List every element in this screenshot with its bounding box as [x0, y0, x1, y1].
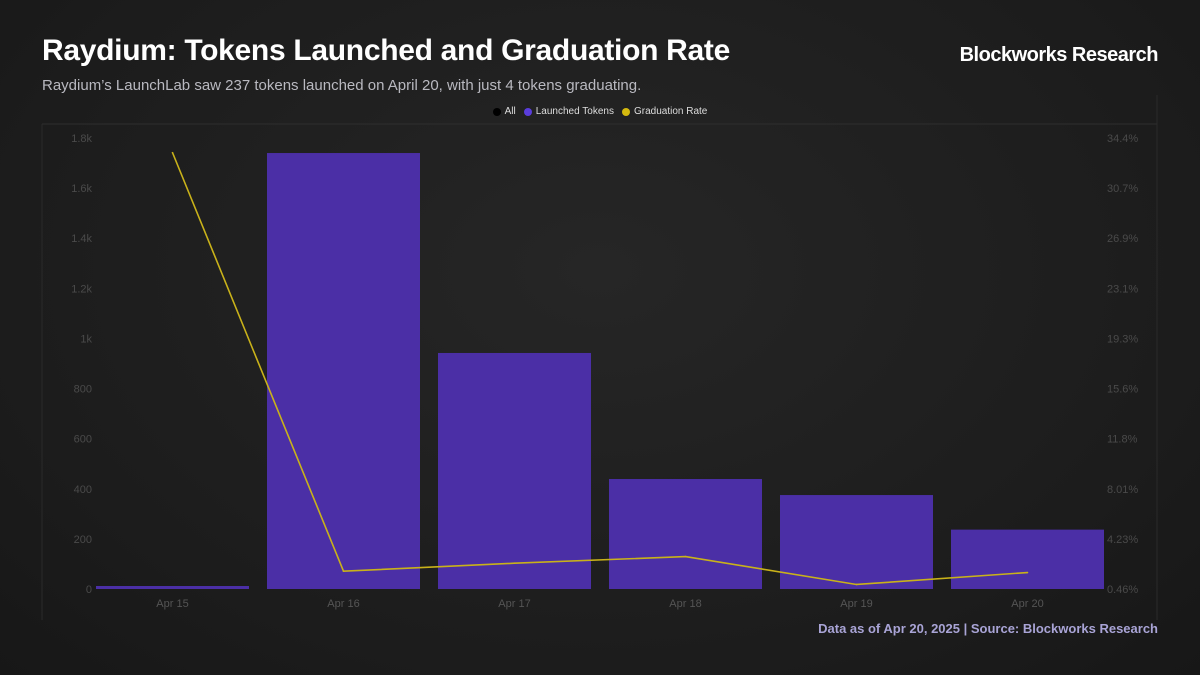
line-point: [513, 562, 516, 565]
left-tick-label: 1.6k: [71, 183, 92, 195]
left-tick-label: 1.2k: [71, 283, 92, 295]
x-tick-label: Apr 16: [327, 598, 359, 610]
line-point: [855, 583, 858, 586]
left-tick-label: 600: [74, 434, 92, 446]
left-tick-label: 800: [74, 384, 92, 396]
right-tick-label: 11.8%: [1107, 434, 1138, 446]
left-tick-label: 1k: [80, 333, 92, 345]
x-tick-label: Apr 15: [156, 598, 188, 610]
source-note: Data as of Apr 20, 2025 | Source: Blockw…: [818, 621, 1158, 636]
bar: [609, 479, 762, 589]
chart: 0 200 400 600 800 1k 1.2k 1.4k 1.6k 1.8k 0.46% 4.23…: [41, 95, 1158, 620]
left-tick-label: 400: [74, 484, 92, 496]
x-tick-label: Apr 17: [498, 598, 530, 610]
bar: [438, 352, 591, 589]
line-point: [684, 555, 687, 558]
x-tick-label: Apr 20: [1011, 598, 1043, 610]
right-tick-label: 30.7%: [1107, 183, 1138, 195]
right-tick-label: 8.01%: [1107, 484, 1138, 496]
line-point: [171, 151, 174, 154]
right-tick-label: 23.1%: [1107, 283, 1138, 295]
bar: [951, 529, 1104, 589]
line-point: [1026, 571, 1029, 574]
x-tick-label: Apr 18: [669, 598, 701, 610]
left-tick-label: 1.8k: [71, 133, 92, 145]
x-tick-label: Apr 19: [840, 598, 872, 610]
right-tick-label: 4.23%: [1107, 534, 1138, 546]
line-point: [342, 570, 345, 572]
right-tick-label: 19.3%: [1107, 333, 1138, 345]
left-tick-label: 0: [86, 584, 92, 596]
right-tick-label: 34.4%: [1107, 133, 1138, 145]
bar: [96, 585, 249, 589]
right-tick-label: 26.9%: [1107, 233, 1138, 245]
left-tick-label: 200: [74, 534, 92, 546]
left-tick-label: 1.4k: [71, 233, 92, 245]
bar: [267, 153, 420, 590]
right-tick-label: 15.6%: [1107, 384, 1138, 396]
bar: [780, 495, 933, 589]
right-tick-label: 0.46%: [1107, 584, 1138, 596]
